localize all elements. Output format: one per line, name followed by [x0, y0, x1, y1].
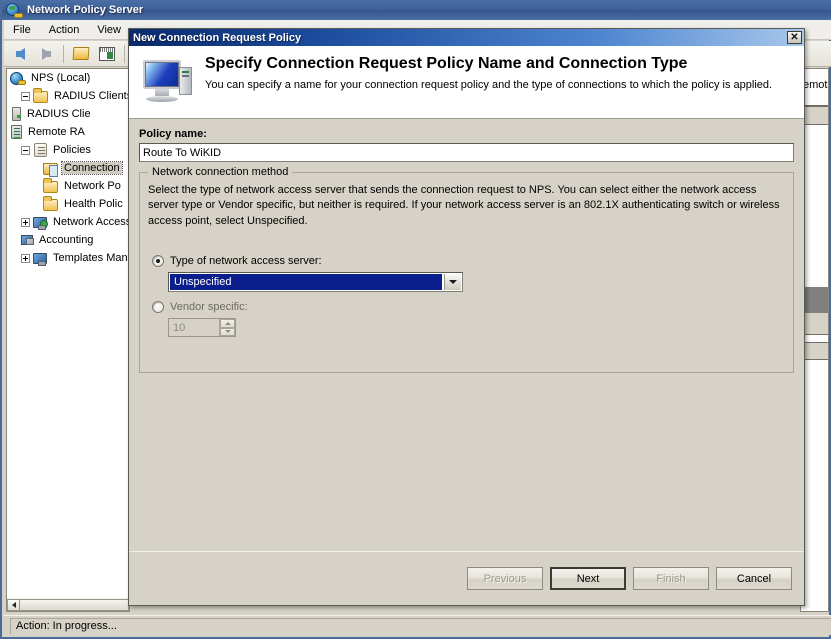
properties-button[interactable] — [95, 43, 119, 65]
cancel-button[interactable]: Cancel — [716, 567, 792, 590]
scroll-left-button[interactable] — [7, 599, 20, 611]
status-text: Action: In progress... — [10, 618, 831, 634]
dialog-heading: Specify Connection Request Policy Name a… — [205, 54, 772, 73]
menu-view[interactable]: View — [88, 22, 130, 38]
finish-button[interactable]: Finish — [633, 567, 709, 590]
policy-name-input[interactable] — [139, 143, 794, 162]
tree-item-label: Health Polic — [62, 198, 125, 210]
console-tree-pane[interactable]: NPS (Local) RADIUS Clients RADIUS Clie R… — [6, 68, 130, 612]
templates-icon — [33, 253, 47, 264]
dialog-header: Specify Connection Request Policy Name a… — [129, 46, 804, 119]
groupbox-title: Network connection method — [148, 166, 292, 178]
chevron-down-icon[interactable] — [444, 274, 461, 290]
open-folder-icon — [73, 47, 90, 60]
previous-button[interactable]: Previous — [467, 567, 543, 590]
chevron-left-icon — [12, 602, 16, 608]
computer-monitor-icon — [139, 58, 195, 108]
tree-item-network-access-protection[interactable]: Network Access — [7, 213, 129, 231]
toolbar-separator-2 — [124, 45, 125, 63]
forward-button[interactable] — [34, 43, 58, 65]
tree-item-remote-radius[interactable]: Remote RA — [7, 123, 129, 141]
status-bar: Action: In progress... — [4, 615, 831, 635]
dialog-footer: Previous Next Finish Cancel — [129, 551, 804, 605]
tree-item-label: Policies — [51, 144, 93, 156]
actions-pane-band-2 — [801, 313, 829, 335]
vendor-specific-value: 10 — [169, 319, 219, 336]
remote-server-icon — [11, 125, 22, 139]
open-folder-button[interactable] — [69, 43, 93, 65]
dialog-title: New Connection Request Policy — [133, 32, 301, 44]
tree-item-radius-clients[interactable]: RADIUS Clients — [7, 87, 129, 105]
nas-type-radio-row[interactable]: Type of network access server: — [152, 255, 793, 267]
tree-item-health-policies[interactable]: Health Polic — [7, 195, 129, 213]
vendor-specific-stepper[interactable]: 10 — [168, 318, 236, 337]
actions-pane-band-3 — [801, 342, 829, 360]
accounting-icon — [21, 235, 33, 245]
dialog-titlebar: New Connection Request Policy ✕ — [129, 29, 804, 46]
dialog-subheading: You can specify a name for your connecti… — [205, 78, 772, 93]
toolbar-separator-1 — [63, 45, 64, 63]
nps-globe-icon — [9, 71, 25, 86]
connection-folder-icon — [43, 163, 58, 175]
nas-type-combobox[interactable]: Unspecified — [168, 272, 463, 292]
vendor-specific-radio-label: Vendor specific: — [170, 301, 248, 313]
tree-item-label: Network Access — [51, 216, 130, 228]
actions-pane-selected-row[interactable] — [801, 287, 829, 313]
nas-type-combobox-value: Unspecified — [170, 274, 442, 290]
expander-plus-icon[interactable] — [21, 254, 30, 263]
actions-pane-header: emot — [801, 69, 828, 107]
tree-item-policies[interactable]: Policies — [7, 141, 129, 159]
tree-item-label: Network Po — [62, 180, 123, 192]
scroll-icon — [34, 143, 47, 157]
next-button[interactable]: Next — [550, 567, 626, 590]
tree-item-accounting[interactable]: Accounting — [7, 231, 129, 249]
tree-horizontal-scrollbar[interactable] — [6, 598, 130, 612]
tree-item-network-policies[interactable]: Network Po — [7, 177, 129, 195]
network-connection-method-groupbox: Network connection method Select the typ… — [139, 172, 794, 373]
vendor-specific-radio-row[interactable]: Vendor specific: — [152, 301, 793, 313]
tree-item-label: Accounting — [37, 234, 95, 246]
menu-action[interactable]: Action — [40, 22, 89, 38]
tree-item-label: RADIUS Clients — [52, 90, 130, 102]
tree-item-label: Connection — [62, 162, 122, 174]
expander-plus-icon[interactable] — [21, 218, 30, 227]
tree-item-radius-clients-child[interactable]: RADIUS Clie — [7, 105, 129, 123]
stepper-buttons[interactable] — [219, 319, 235, 336]
tree-item-templates-management[interactable]: Templates Mana — [7, 249, 129, 267]
expander-minus-icon[interactable] — [21, 92, 30, 101]
new-connection-request-policy-dialog: New Connection Request Policy ✕ Specify … — [128, 28, 805, 606]
stepper-down-icon[interactable] — [220, 328, 235, 337]
network-access-icon — [33, 217, 47, 228]
folder-icon — [43, 199, 58, 211]
back-button[interactable] — [8, 43, 32, 65]
menu-file[interactable]: File — [4, 22, 40, 38]
app-title: Network Policy Server — [27, 4, 143, 16]
properties-icon — [99, 47, 115, 61]
close-icon[interactable]: ✕ — [787, 31, 802, 44]
scrollbar-thumb[interactable] — [20, 599, 129, 611]
folder-icon — [33, 91, 48, 103]
globe-key-icon — [6, 2, 22, 18]
tree-item-label: NPS (Local) — [29, 72, 92, 84]
actions-pane-band — [801, 107, 828, 125]
groupbox-description: Select the type of network access server… — [140, 173, 793, 229]
vendor-specific-radio[interactable] — [152, 301, 164, 313]
app-titlebar: Network Policy Server — [2, 0, 831, 20]
tree-item-label: Remote RA — [26, 126, 87, 138]
policy-name-label: Policy name: — [139, 128, 792, 140]
tree-item-nps-local[interactable]: NPS (Local) — [7, 69, 129, 87]
expander-minus-icon[interactable] — [21, 146, 30, 155]
folder-icon — [43, 181, 58, 193]
back-arrow-icon — [16, 48, 25, 60]
server-icon — [12, 107, 21, 121]
dialog-body: Policy name: Network connection method S… — [129, 119, 804, 551]
nas-type-radio-label: Type of network access server: — [170, 255, 322, 267]
stepper-up-icon[interactable] — [220, 319, 235, 328]
tree-item-label: RADIUS Clie — [25, 108, 93, 120]
nas-type-radio[interactable] — [152, 255, 164, 267]
tree-item-label: Templates Mana — [51, 252, 130, 264]
tree-item-connection-request-policies[interactable]: Connection — [7, 159, 129, 177]
forward-arrow-icon — [42, 48, 51, 60]
